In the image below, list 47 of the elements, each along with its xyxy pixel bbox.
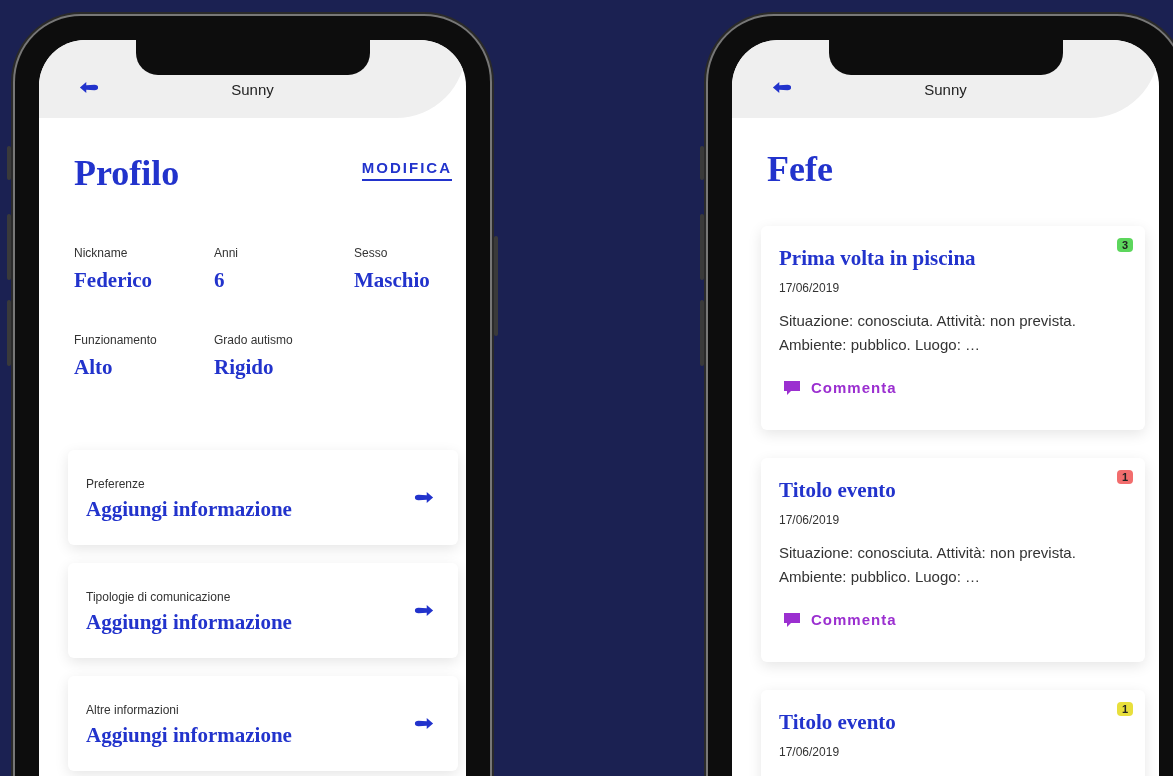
event-date: 17/06/2019 [779, 281, 840, 295]
field-value: Federico [74, 268, 154, 293]
speech-bubble-icon [783, 611, 801, 628]
count-badge: 1 [1116, 702, 1133, 716]
header-title: Sunny [231, 81, 274, 98]
card-label: Preferenze [86, 477, 146, 491]
comment-link[interactable]: Commenta [783, 611, 897, 628]
field-value: 6 [214, 268, 226, 293]
speech-bubble-icon [783, 379, 801, 396]
count-badge: 1 [1116, 470, 1133, 484]
event-card[interactable]: 1 Titolo evento 17/06/2019 Situazione: conosciuta. Attività: non prevista. Ambiente: pubblico. Luogo: … Commenta [761, 458, 1145, 662]
comment-link[interactable]: Commenta [783, 379, 897, 396]
forward-arrow-icon [414, 604, 434, 617]
event-title: Titolo evento [779, 478, 896, 503]
card-label: Tipologie di comunicazione [86, 590, 232, 604]
event-card[interactable]: 3 Prima volta in piscina 17/06/2019 Situazione: conosciuta. Attività: non prevista. Ambiente: pubblico. Luogo: … Commenta [761, 226, 1145, 430]
back-arrow-icon[interactable] [772, 81, 792, 94]
event-card[interactable]: 1 Titolo evento 17/06/2019 [761, 690, 1145, 776]
field-label: Grado autismo [214, 333, 294, 347]
event-description: Situazione: conosciuta. Attività: non prevista. Ambiente: pubblico. Luogo: … [779, 311, 1077, 355]
field-value: Rigido [214, 355, 275, 380]
field-label: Sesso [354, 246, 389, 260]
info-card[interactable]: Preferenze Aggiungi informazione [68, 450, 458, 545]
back-arrow-icon[interactable] [79, 81, 99, 94]
field-label: Nickname [74, 246, 129, 260]
add-info-text: Aggiungi informazione [86, 610, 292, 635]
info-card[interactable]: Altre informazioni Aggiungi informazione [68, 676, 458, 771]
event-date: 17/06/2019 [779, 513, 840, 527]
event-description: Situazione: conosciuta. Attività: non prevista. Ambiente: pubblico. Luogo: … [779, 543, 1077, 587]
add-info-text: Aggiungi informazione [86, 723, 292, 748]
field-label: Anni [214, 246, 240, 260]
page-title: Fefe [767, 148, 834, 190]
add-info-text: Aggiungi informazione [86, 497, 292, 522]
event-title: Prima volta in piscina [779, 246, 976, 271]
forward-arrow-icon [414, 491, 434, 504]
event-date: 17/06/2019 [779, 745, 840, 759]
field-label: Funzionamento [74, 333, 158, 347]
field-value: Maschio [354, 268, 431, 293]
info-card[interactable]: Tipologie di comunicazione Aggiungi informazione [68, 563, 458, 658]
count-badge: 3 [1116, 238, 1133, 252]
page-title: Profilo [74, 152, 180, 194]
card-label: Altre informazioni [86, 703, 180, 717]
edit-link[interactable]: MODIFICA [361, 159, 452, 181]
header-title: Sunny [924, 81, 967, 98]
forward-arrow-icon [414, 717, 434, 730]
field-value: Alto [74, 355, 114, 380]
event-title: Titolo evento [779, 710, 896, 735]
